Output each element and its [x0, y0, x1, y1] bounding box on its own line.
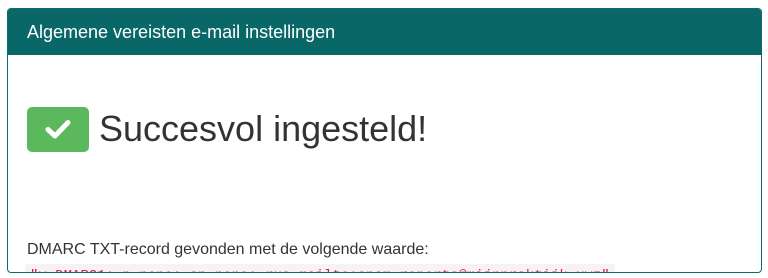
- success-status: Succesvol ingesteld!: [27, 102, 427, 156]
- success-badge: [27, 106, 89, 152]
- panel-heading: Algemene vereisten e-mail instellingen: [8, 9, 761, 55]
- checkmark-icon: [45, 120, 71, 139]
- dmarc-record-value: "v=DMARC1; p=none; sp=none; rua=mailto:s…: [25, 264, 615, 272]
- email-settings-panel: Algemene vereisten e-mail instellingen S…: [7, 8, 762, 273]
- success-title: Succesvol ingesteld!: [99, 108, 428, 149]
- record-description: DMARC TXT-record gevonden met de volgend…: [27, 241, 429, 258]
